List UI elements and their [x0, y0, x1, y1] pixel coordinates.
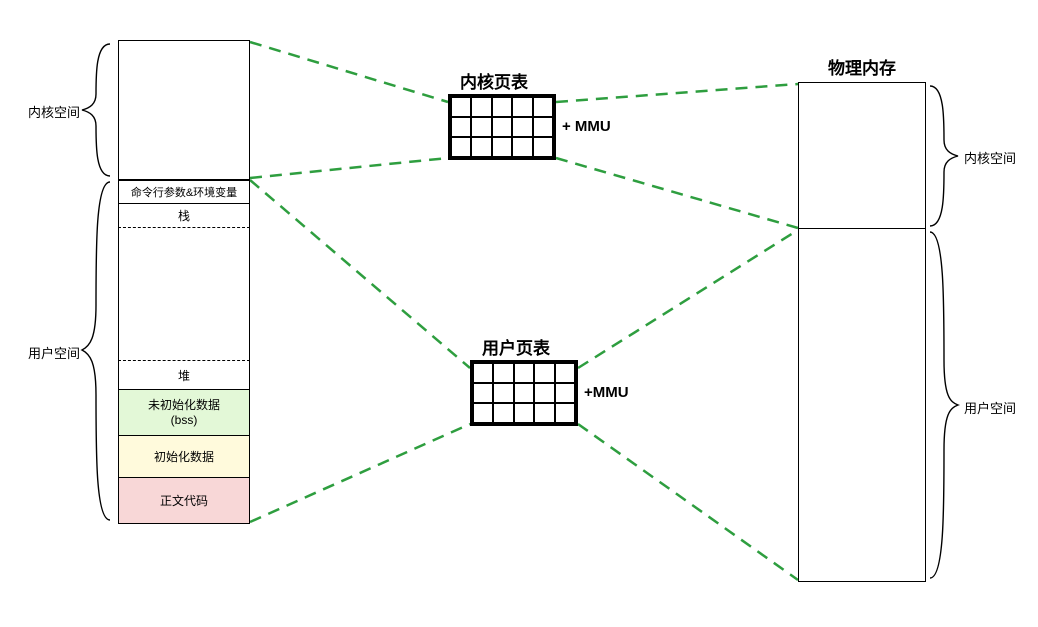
label-left-user: 用户空间: [28, 343, 80, 362]
line-pt-to-phys-kernel-bot: [556, 158, 798, 228]
label-phys-title: 物理内存: [828, 54, 896, 79]
brace-left-kernel: [82, 44, 110, 176]
label-right-user: 用户空间: [964, 398, 1016, 417]
brace-right-kernel: [930, 86, 958, 226]
label-mmu2: +MMU: [584, 384, 629, 401]
phys-box: [798, 82, 926, 582]
brace-right-user: [930, 232, 958, 578]
label-right-kernel: 内核空间: [964, 148, 1016, 167]
vm-kernel-box: [118, 40, 250, 180]
line-pt-to-phys-kernel-top: [556, 84, 798, 102]
seg-data: 初始化数据: [118, 436, 250, 478]
phys-divider: [798, 228, 926, 229]
line-pt-to-phys-user-bot: [578, 424, 798, 580]
seg-argv-env: 命令行参数&环境变量: [118, 180, 250, 204]
seg-gap: [118, 228, 250, 360]
brace-left-user: [82, 182, 110, 520]
seg-text: 正文代码: [118, 478, 250, 524]
line-kernel-bot-to-pt: [250, 158, 448, 178]
seg-stack: 栈: [118, 204, 250, 228]
line-kernel-top-to-pt: [250, 42, 448, 102]
seg-bss: 未初始化数据 (bss): [118, 390, 250, 436]
line-user-bot-to-pt: [250, 424, 470, 522]
line-pt-to-phys-user-top: [578, 230, 798, 368]
grid-kernel-pt: [448, 94, 556, 160]
label-left-kernel: 内核空间: [28, 102, 80, 121]
label-mmu1: + MMU: [562, 118, 611, 135]
grid-user-pt: [470, 360, 578, 426]
line-user-top-to-pt: [250, 180, 470, 368]
seg-heap: 堆: [118, 360, 250, 390]
label-kernel-pt: 内核页表: [460, 68, 528, 93]
label-user-pt: 用户页表: [482, 334, 550, 359]
